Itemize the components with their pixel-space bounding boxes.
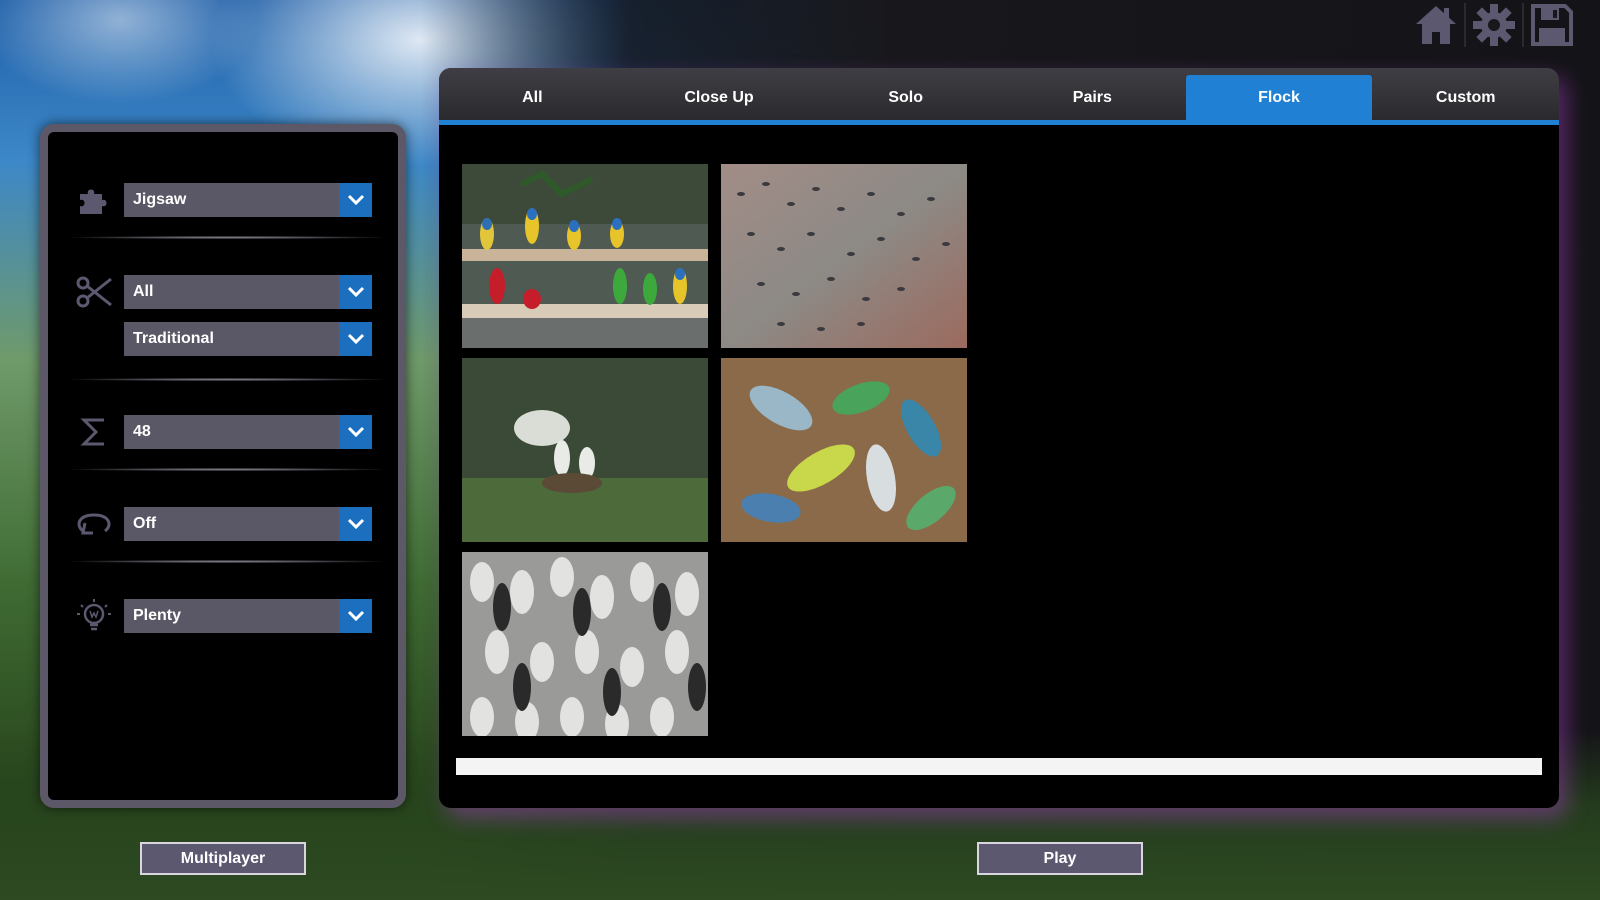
chevron-down-icon <box>339 415 372 449</box>
top-toolbar <box>1408 0 1580 50</box>
piece-count-dropdown[interactable]: 48 <box>124 415 372 449</box>
chevron-down-icon <box>339 322 372 356</box>
cut-style-dropdown[interactable]: Traditional <box>124 322 372 356</box>
puzzle-thumbnail-egrets[interactable] <box>462 358 708 542</box>
hints-value: Plenty <box>133 607 182 624</box>
cut-style-option: Traditional <box>124 322 372 356</box>
lightbulb-icon <box>72 596 116 636</box>
puzzle-browser: All Close Up Solo Pairs Flock Custom <box>439 68 1559 808</box>
cut-set-value: All <box>133 283 154 300</box>
tab-flock[interactable]: Flock <box>1185 75 1373 120</box>
style-value: Jigsaw <box>133 191 187 208</box>
cut-set-dropdown[interactable]: All <box>124 275 372 309</box>
tab-close-up[interactable]: Close Up <box>626 75 813 120</box>
tab-solo[interactable]: Solo <box>812 75 999 120</box>
style-dropdown[interactable]: Jigsaw <box>124 183 372 217</box>
hints-option: Plenty <box>72 596 372 636</box>
multiplayer-button[interactable]: Multiplayer <box>140 842 306 875</box>
rotation-option: Off <box>72 504 372 544</box>
chevron-down-icon <box>339 507 372 541</box>
play-button[interactable]: Play <box>977 842 1143 875</box>
horizontal-scrollbar[interactable] <box>456 758 1542 775</box>
hints-dropdown[interactable]: Plenty <box>124 599 372 633</box>
gear-icon[interactable] <box>1466 0 1522 50</box>
divider <box>72 378 382 381</box>
tab-custom[interactable]: Custom <box>1372 75 1559 120</box>
puzzle-thumbnail-flock-on-rock[interactable] <box>721 164 967 348</box>
puzzle-icon <box>72 180 116 220</box>
chevron-down-icon <box>339 599 372 633</box>
category-tabs: All Close Up Solo Pairs Flock Custom <box>439 68 1559 125</box>
save-icon[interactable] <box>1524 0 1580 50</box>
scissors-icon <box>72 272 116 312</box>
cut-set-option: All <box>72 272 372 312</box>
sigma-icon <box>72 412 116 452</box>
tab-all[interactable]: All <box>439 75 626 120</box>
puzzle-thumbnail-macaws[interactable] <box>462 164 708 348</box>
piece-count-value: 48 <box>133 423 151 440</box>
rotate-icon <box>72 504 116 544</box>
options-panel: Jigsaw All Traditional 48 Off Plenty <box>40 124 406 808</box>
puzzle-thumbnail-budgerigars[interactable] <box>721 358 967 542</box>
style-option: Jigsaw <box>72 180 372 220</box>
piece-count-option: 48 <box>72 412 372 452</box>
chevron-down-icon <box>339 183 372 217</box>
home-icon[interactable] <box>1408 0 1464 50</box>
rotation-dropdown[interactable]: Off <box>124 507 372 541</box>
rotation-value: Off <box>133 515 157 532</box>
divider <box>72 236 382 239</box>
tab-pairs[interactable]: Pairs <box>999 75 1186 120</box>
divider <box>72 560 382 563</box>
divider <box>72 468 382 471</box>
chevron-down-icon <box>339 275 372 309</box>
puzzle-thumbnail-penguins[interactable] <box>462 552 708 736</box>
cut-style-value: Traditional <box>133 330 214 347</box>
